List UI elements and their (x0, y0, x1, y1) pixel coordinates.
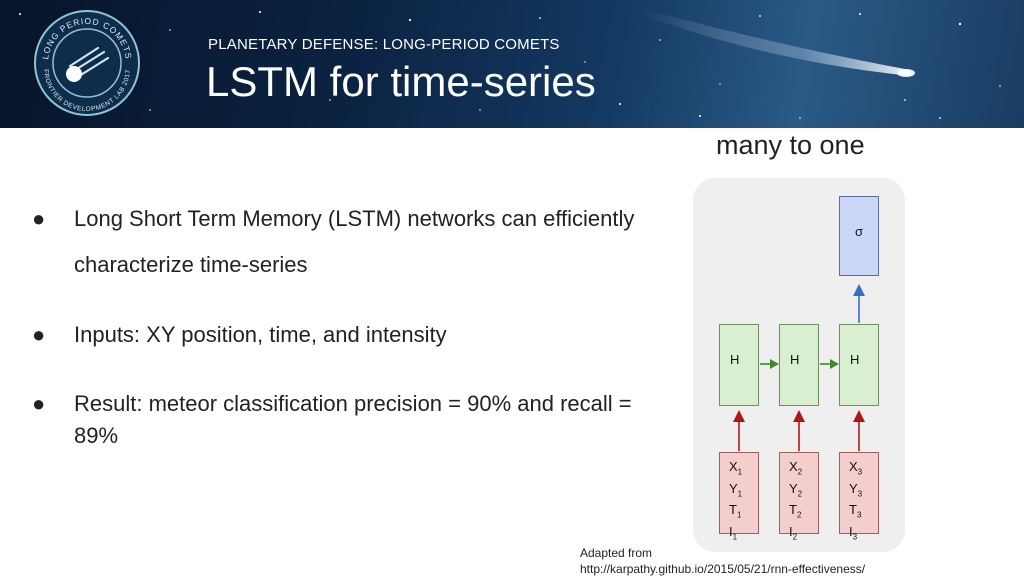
hidden-node: H (779, 324, 819, 406)
output-node: σ (839, 196, 879, 276)
input-t: T3 (849, 502, 862, 520)
source-credit: Adapted from http://karpathy.github.io/2… (580, 545, 865, 577)
input-y: Y3 (849, 480, 863, 499)
credit-url[interactable]: http://karpathy.github.io/2015/05/21/rnn… (580, 561, 865, 577)
input-node: X2 Y2 T2 I2 (779, 452, 819, 541)
input-x: X3 (849, 459, 863, 477)
hidden-node: H (839, 324, 879, 406)
input-node: X1 Y1 T1 I1 (719, 452, 759, 541)
hidden-node: H (719, 324, 759, 406)
credit-label: Adapted from (580, 546, 653, 560)
input-x: X1 (729, 459, 743, 477)
input-i: I1 (729, 523, 738, 542)
input-to-hidden-arrows (733, 410, 865, 451)
input-i: I3 (849, 523, 858, 542)
input-i: I2 (789, 523, 798, 542)
input-node: X3 Y3 T3 I3 (839, 452, 879, 541)
hidden-to-output-arrow (853, 284, 865, 323)
input-t: T1 (729, 502, 742, 520)
input-y: Y2 (789, 480, 803, 499)
input-y: Y1 (729, 480, 743, 499)
input-t: T2 (789, 502, 802, 520)
input-x: X2 (789, 459, 803, 477)
